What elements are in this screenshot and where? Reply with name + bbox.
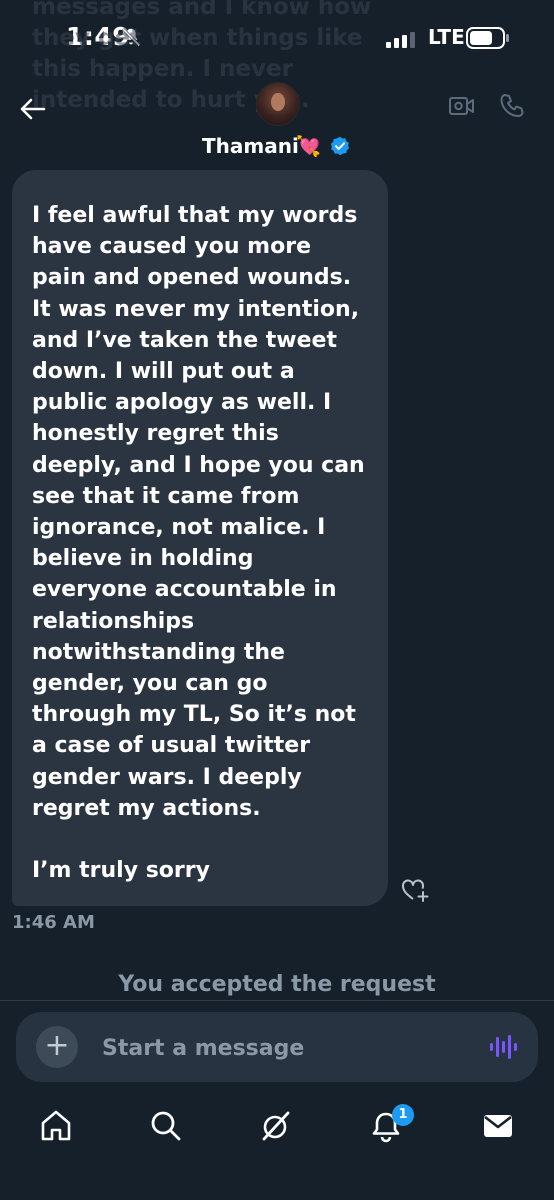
- notifications-badge: 1: [392, 1104, 414, 1126]
- heart-emoji: 💘: [296, 134, 321, 158]
- conversation-header: Thamani 💘: [0, 70, 554, 170]
- message-timestamp: 1:46 AM: [12, 912, 95, 933]
- verified-badge-icon: [330, 136, 350, 156]
- battery-icon: [466, 27, 509, 49]
- message-bubble[interactable]: I feel awful that my words have caused y…: [12, 170, 388, 906]
- signal-icon: [386, 32, 415, 48]
- video-call-icon[interactable]: [448, 94, 476, 118]
- avatar[interactable]: [256, 82, 300, 126]
- avatar-face: [271, 93, 285, 111]
- bottom-tab-bar: [0, 1096, 554, 1200]
- add-media-button[interactable]: +: [36, 1026, 78, 1068]
- contact-name[interactable]: Thamani: [202, 134, 299, 158]
- search-icon[interactable]: [146, 1106, 186, 1146]
- message-composer: +: [16, 1012, 538, 1082]
- add-reaction-icon[interactable]: [400, 876, 430, 904]
- message-input[interactable]: [100, 1028, 464, 1068]
- message-text: I feel awful that my words have caused y…: [32, 203, 365, 884]
- phone-call-icon[interactable]: [498, 92, 526, 120]
- voice-message-icon[interactable]: [488, 1032, 518, 1062]
- home-icon[interactable]: [36, 1106, 76, 1146]
- request-accepted-notice: You accepted the request: [118, 972, 436, 997]
- messages-icon[interactable]: [478, 1106, 518, 1146]
- back-arrow-icon[interactable]: [16, 92, 50, 126]
- divider: [0, 1000, 554, 1001]
- grok-icon[interactable]: [256, 1106, 296, 1146]
- network-type: LTE: [428, 25, 465, 49]
